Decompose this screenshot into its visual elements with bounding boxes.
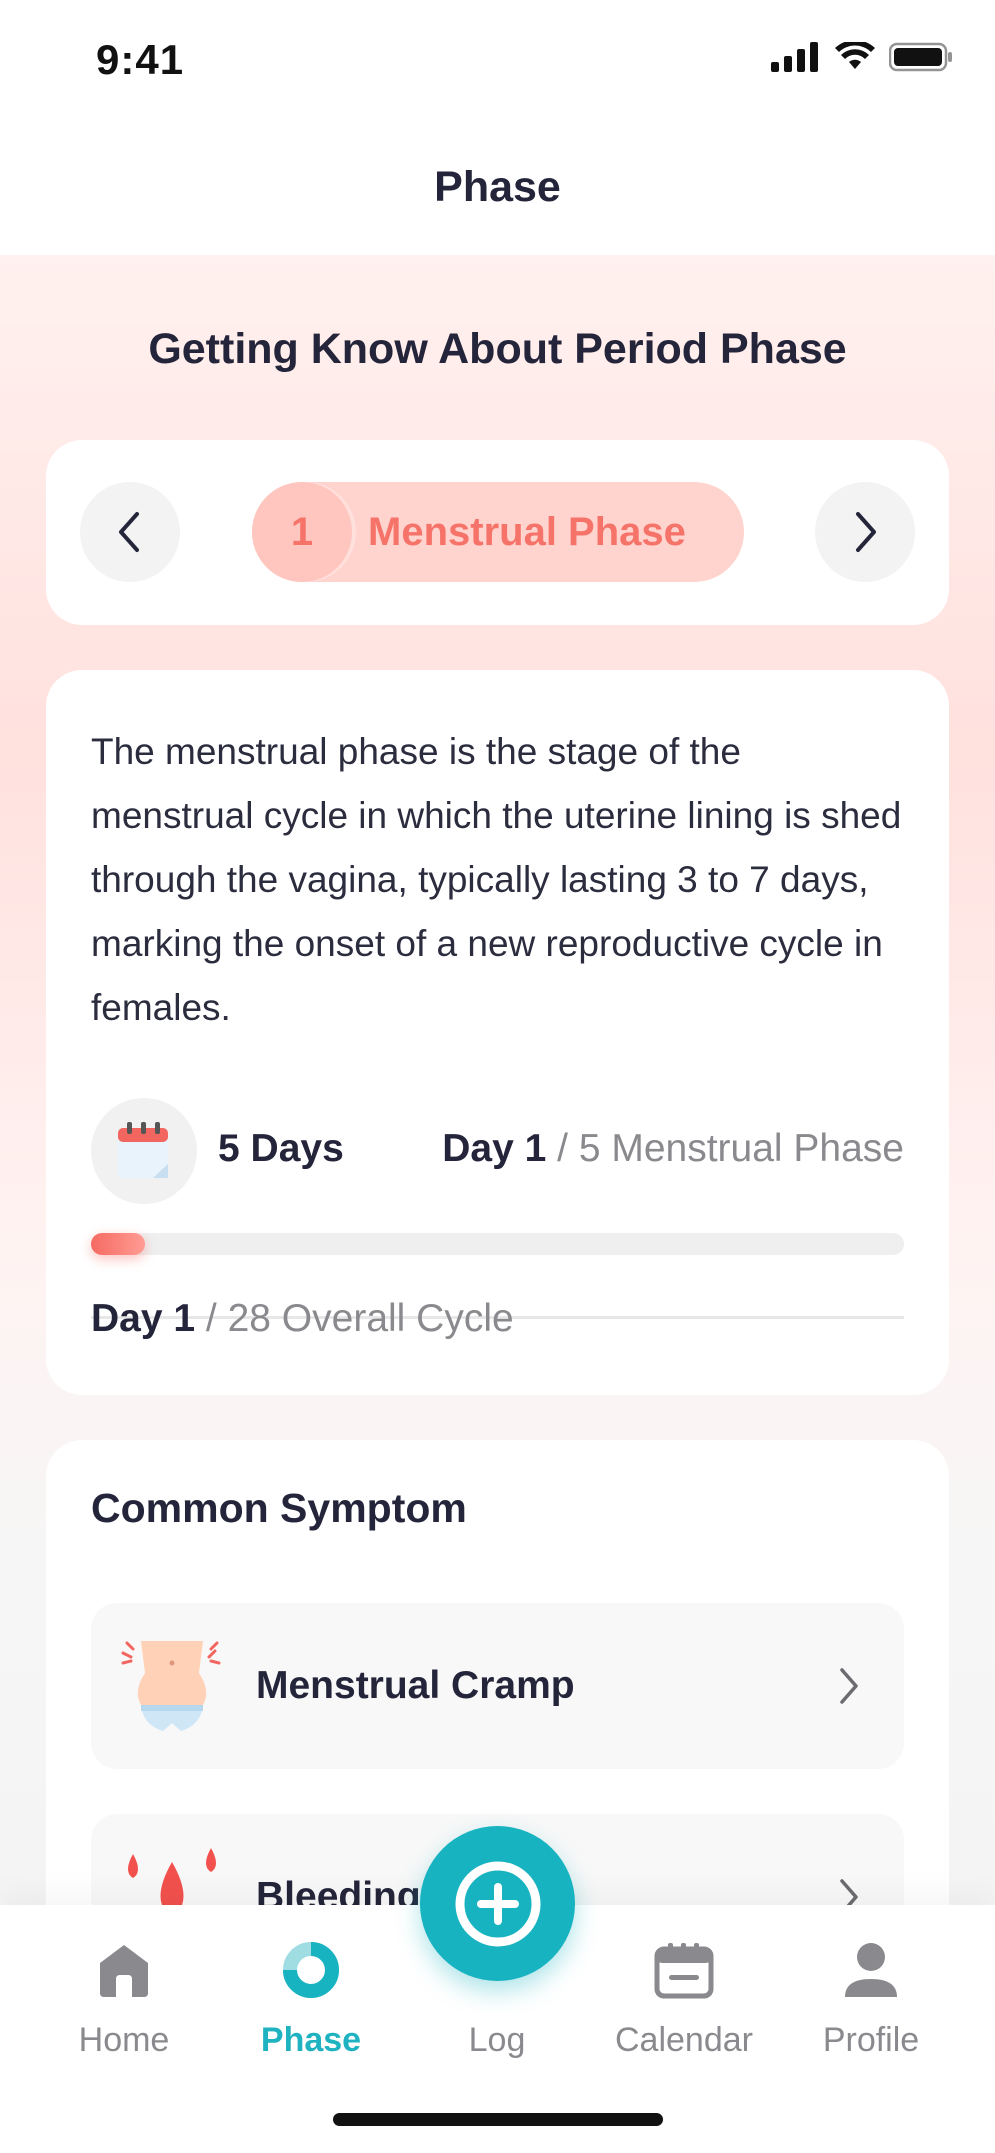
duration-label: 5 Days xyxy=(218,1127,344,1170)
phase-description: The menstrual phase is the stage of the … xyxy=(91,731,902,1028)
tab-label: Phase xyxy=(260,2021,362,2059)
phase-info-card: The menstrual phase is the stage of the … xyxy=(46,670,949,1395)
duration-badge xyxy=(91,1098,197,1204)
overall-cycle-day: Day 1 / 28 Overall Cycle xyxy=(91,1297,514,1341)
phase-day-total: / 5 Menstrual Phase xyxy=(546,1127,904,1170)
symptom-section-title: Common Symptom xyxy=(91,1485,467,1531)
phase-day-progress: Day 1 / 5 Menstrual Phase xyxy=(442,1127,904,1171)
chevron-right-icon xyxy=(840,1668,858,1704)
tab-label: Home xyxy=(78,2021,170,2059)
phase-pill: 1 Menstrual Phase xyxy=(252,482,744,582)
symptom-label: Bleeding xyxy=(256,1875,421,1905)
nav-header: Phase xyxy=(0,120,995,255)
status-bar: 9:41 xyxy=(0,0,995,120)
wifi-icon xyxy=(835,42,875,69)
previous-phase-button[interactable] xyxy=(80,482,180,582)
symptom-item-menstrual-cramp[interactable]: Menstrual Cramp xyxy=(91,1603,904,1769)
chevron-left-icon xyxy=(119,512,139,552)
next-phase-button[interactable] xyxy=(815,482,915,582)
home-icon xyxy=(100,1945,148,1997)
tab-label: Log xyxy=(468,2021,526,2059)
tab-profile[interactable]: Profile xyxy=(781,1935,961,2075)
person-icon xyxy=(845,1943,897,1997)
phase-progress-bar xyxy=(91,1233,904,1255)
status-time: 9:41 xyxy=(96,36,185,83)
phase-day-current: Day 1 xyxy=(442,1127,547,1170)
battery-icon xyxy=(889,42,952,72)
log-add-button[interactable] xyxy=(420,1826,575,1981)
phase-progress-fill xyxy=(91,1233,146,1255)
symptom-label: Menstrual Cramp xyxy=(256,1664,575,1707)
overall-day-total: / 28 Overall Cycle xyxy=(195,1297,514,1340)
phase-number: 1 xyxy=(252,482,352,582)
plus-icon xyxy=(455,1861,540,1946)
waist-cramp-icon xyxy=(119,1633,225,1739)
page-title: Phase xyxy=(434,163,561,211)
chevron-right-icon xyxy=(856,512,876,552)
section-heading: Getting Know About Period Phase xyxy=(148,325,847,373)
overall-day-current: Day 1 xyxy=(91,1297,196,1340)
blood-drops-icon xyxy=(119,1844,225,1905)
tab-phase[interactable]: Phase xyxy=(221,1935,401,2075)
calendar-icon xyxy=(118,1122,168,1178)
status-icons xyxy=(771,42,953,72)
chevron-right-icon xyxy=(840,1879,858,1905)
phase-ring-icon xyxy=(283,1942,339,1998)
phase-name: Menstrual Phase xyxy=(368,510,686,554)
tab-label: Calendar xyxy=(615,2021,753,2059)
tab-calendar[interactable]: Calendar xyxy=(594,1935,774,2075)
tab-label: Profile xyxy=(822,2021,920,2059)
phase-selector-card: 1 Menstrual Phase xyxy=(46,440,949,625)
main-content[interactable]: Getting Know About Period Phase 1 Menstr… xyxy=(0,255,995,1905)
tab-home[interactable]: Home xyxy=(34,1935,214,2075)
home-indicator xyxy=(333,2113,663,2126)
signal-icon xyxy=(771,42,818,72)
calendar-icon xyxy=(654,1943,714,1999)
